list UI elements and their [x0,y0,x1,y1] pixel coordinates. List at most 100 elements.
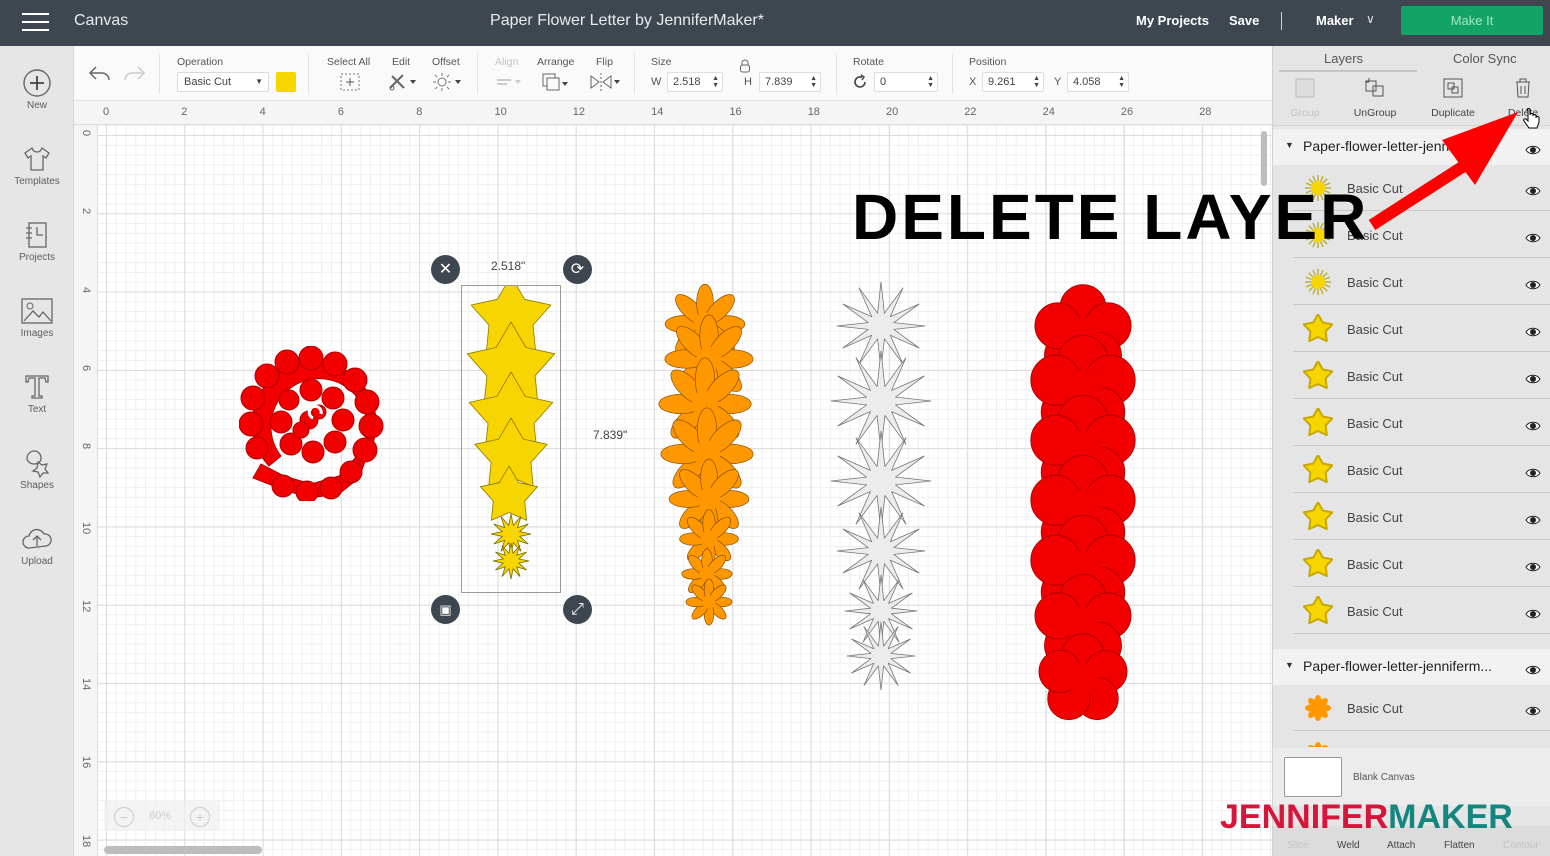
save-link[interactable]: Save [1229,13,1259,28]
zoom-level: 60% [149,810,172,822]
red-rolled-flower-shape[interactable] [239,346,384,501]
layer-row[interactable]: Basic Cut [1293,353,1550,399]
top-bar: Canvas Paper Flower Letter by JenniferMa… [0,0,1550,46]
sidebar-item-text[interactable]: Text [0,372,74,415]
edit-scissors-icon[interactable] [387,72,417,92]
tab-color-sync[interactable]: Color Sync [1453,51,1517,66]
eye-icon[interactable] [1525,662,1541,675]
gray-starburst-shape[interactable] [829,281,934,691]
arrange-icon[interactable] [541,72,571,94]
star-thumbnail-icon [1303,455,1333,484]
horizontal-scrollbar[interactable] [104,846,262,854]
eye-icon[interactable] [1525,606,1541,619]
x-position-input[interactable]: 9.261 ▲ ▼ [982,72,1044,92]
delete-handle-icon[interactable]: ✕ [431,255,460,284]
contour-button[interactable]: Contour [1503,840,1539,851]
width-value: 2.518 [673,76,701,88]
layer-row[interactable]: Basic Cut [1293,259,1550,305]
layer-row[interactable]: Basic Cut [1293,447,1550,493]
slice-button[interactable]: Slice [1287,840,1309,851]
sidebar-item-images[interactable]: Images [0,296,74,339]
stepper-icon[interactable]: ▲ ▼ [927,75,934,89]
ruler-tick-label: 24 [1042,106,1055,118]
layer-row[interactable]: Basic Cut [1293,588,1550,634]
star-thumbnail-icon [1303,549,1333,578]
eye-icon[interactable] [1525,324,1541,337]
group-icon [1295,78,1315,98]
blank-canvas-swatch[interactable] [1284,757,1342,797]
layer-name: Basic Cut [1347,510,1403,525]
stepper-icon[interactable]: ▲ ▼ [712,75,719,89]
sidebar-label: Upload [21,556,53,567]
layer-name: Basic Cut [1347,463,1403,478]
flatten-button[interactable]: Flatten [1444,840,1475,851]
zoom-control: − 60% + [104,801,220,831]
stepper-icon[interactable]: ▲ ▼ [810,75,817,89]
stepper-icon[interactable]: ▲ ▼ [1033,75,1040,89]
upload-cloud-icon [22,528,52,549]
expand-triangle-icon[interactable]: ▼ [1285,140,1294,150]
tab-layers[interactable]: Layers [1324,51,1363,66]
attach-button[interactable]: Attach [1387,840,1415,851]
project-title: Paper Flower Letter by JenniferMaker* [490,12,764,29]
rotate-handle-icon[interactable]: ⟳ [563,255,592,284]
sidebar-item-shapes[interactable]: Shapes [0,448,74,491]
eye-icon[interactable] [1525,703,1541,716]
undo-icon[interactable] [88,64,112,82]
vertical-scrollbar[interactable] [1261,131,1267,186]
layer-row[interactable]: Basic Cut [1293,685,1550,731]
selection-box[interactable] [461,285,561,593]
ruler-tick-label: 6 [80,364,92,372]
eye-icon[interactable] [1525,277,1541,290]
layer-row[interactable]: Basic Cut [1293,306,1550,352]
layer-row[interactable]: Basic Cut [1293,494,1550,540]
stepper-icon[interactable]: ▲ ▼ [1118,75,1125,89]
zoom-out-button[interactable]: − [114,807,134,827]
sidebar-item-upload[interactable]: Upload [0,524,74,567]
eye-icon[interactable] [1525,512,1541,525]
star-thumbnail-icon [1303,361,1333,390]
edit-label: Edit [392,56,411,68]
layer-group-row[interactable]: ▼ Paper-flower-letter-jenniferm... [1273,649,1550,685]
sidebar-item-templates[interactable]: Templates [0,144,74,187]
sidebar-item-projects[interactable]: Projects [0,220,74,263]
active-tab-indicator [1279,70,1417,72]
offset-icon[interactable] [432,72,462,92]
eye-icon[interactable] [1525,559,1541,572]
y-position-input[interactable]: 4.058 ▲ ▼ [1067,72,1129,92]
orange-flower-shape[interactable] [657,284,757,626]
y-value: 4.058 [1073,76,1101,88]
arrange-label: Arrange [537,56,575,68]
eye-icon[interactable] [1525,418,1541,431]
operation-select[interactable]: Basic Cut ▼ [177,72,269,92]
select-all-label: Select All [327,56,371,68]
height-input[interactable]: 7.839 ▲ ▼ [759,72,821,92]
rotate-icon[interactable] [852,74,868,90]
eye-icon[interactable] [1525,465,1541,478]
flip-icon[interactable] [589,72,621,92]
select-all-icon[interactable] [339,72,361,92]
layer-row[interactable]: Basic Cut [1293,400,1550,446]
redo-icon[interactable] [122,64,146,82]
rotate-input[interactable]: 0 ▲ ▼ [874,72,938,92]
sidebar-item-new[interactable]: New [0,68,74,111]
sidebar-label: Templates [14,176,60,187]
zoom-in-button[interactable]: + [190,807,210,827]
lock-icon[interactable] [739,59,751,73]
width-input[interactable]: 2.518 ▲ ▼ [667,72,723,92]
my-projects-link[interactable]: My Projects [1136,13,1209,28]
align-icon[interactable] [495,72,525,92]
layer-row[interactable]: Basic Cut [1293,541,1550,587]
machine-select[interactable]: Maker [1316,13,1354,28]
layer-row[interactable]: Basic Cut [1293,732,1550,747]
eye-icon[interactable] [1525,371,1541,384]
color-swatch[interactable] [276,72,296,92]
expand-triangle-icon[interactable]: ▼ [1285,660,1294,670]
make-it-button[interactable]: Make It [1401,6,1543,35]
chevron-down-icon[interactable]: ∨ [1366,12,1375,26]
red-petal-flower-shape[interactable] [1022,284,1144,731]
lock-handle-icon[interactable]: ▣ [431,595,460,624]
weld-button[interactable]: Weld [1337,840,1360,851]
resize-handle-icon[interactable]: ⤢ [563,595,592,624]
group-button[interactable]: Group [1270,77,1340,119]
